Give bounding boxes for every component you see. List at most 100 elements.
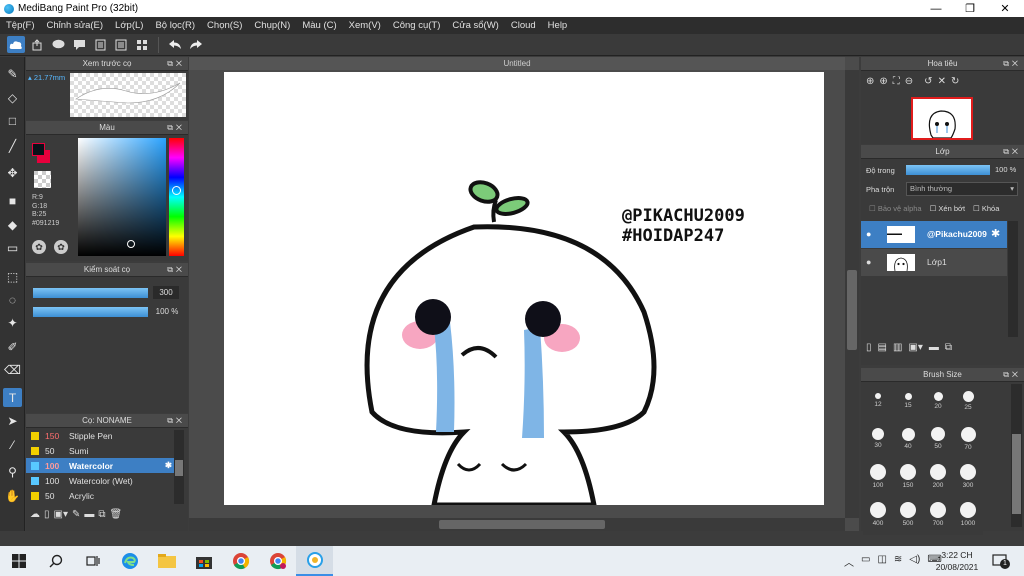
- close-button[interactable]: ✕: [988, 0, 1022, 17]
- layer-row[interactable]: ● Lớp1: [861, 249, 1007, 276]
- scrollbar-thumb[interactable]: [439, 520, 605, 529]
- layer-folder-icon[interactable]: ▬: [929, 342, 939, 353]
- minimize-button[interactable]: —: [919, 0, 953, 17]
- menu-window[interactable]: Cửa sổ(W): [446, 20, 504, 31]
- delete-brush-icon[interactable]: 🗑: [110, 509, 123, 520]
- hue-slider[interactable]: [169, 138, 184, 256]
- brush-size-option[interactable]: 500: [893, 498, 923, 535]
- zoom-in-icon[interactable]: ⊕: [866, 76, 874, 87]
- canvas-horizontal-scrollbar[interactable]: [189, 518, 845, 531]
- brush-list-scrollbar[interactable]: [174, 430, 184, 504]
- foreground-color-swatch[interactable]: [32, 143, 45, 156]
- scrollbar-thumb[interactable]: [175, 460, 183, 476]
- brush-size-option[interactable]: 30: [863, 422, 893, 459]
- brush-size-option[interactable]: 12: [863, 384, 893, 421]
- gradient-icon[interactable]: ▭: [3, 238, 22, 257]
- scrollbar-thumb[interactable]: [847, 270, 857, 350]
- new-halftone-layer-icon[interactable]: ▤: [878, 342, 887, 353]
- hue-slider-handle[interactable]: [172, 186, 181, 195]
- brush-size-option[interactable]: 200: [923, 460, 953, 497]
- zoom-in-alt-icon[interactable]: ⊕: [879, 76, 887, 87]
- divide-icon[interactable]: ⚲: [3, 462, 22, 481]
- chrome-profile-icon[interactable]: [259, 546, 296, 576]
- operation-icon[interactable]: ➤: [3, 411, 22, 430]
- chevron-up-icon[interactable]: ︿: [844, 554, 854, 569]
- menu-snap[interactable]: Chụp(N): [248, 20, 296, 31]
- color-picker-cursor[interactable]: [127, 240, 135, 248]
- panel-float-close-icon[interactable]: ⧉✕: [167, 263, 185, 277]
- windows-start-icon[interactable]: [0, 546, 37, 576]
- brush-size-option[interactable]: 700: [923, 498, 953, 535]
- menu-help[interactable]: Help: [542, 20, 574, 31]
- edit-brush-icon[interactable]: ✎: [72, 509, 80, 520]
- clipping-checkbox[interactable]: ☐ Xén bớt: [930, 204, 965, 213]
- select-rect-icon[interactable]: ⬚: [3, 267, 22, 286]
- visibility-eye-icon[interactable]: ●: [866, 229, 871, 239]
- brush-size-option[interactable]: 20: [923, 384, 953, 421]
- scrollbar-thumb[interactable]: [1012, 434, 1021, 514]
- layer-opacity-slider[interactable]: [906, 165, 990, 175]
- undo-icon[interactable]: [166, 36, 184, 53]
- eyedropper-icon[interactable]: ⁄: [3, 435, 22, 454]
- hand-icon[interactable]: ✋: [3, 486, 22, 505]
- rotate-right-icon[interactable]: ↻: [951, 76, 959, 87]
- panel-float-close-icon[interactable]: ⧉✕: [1003, 145, 1021, 159]
- panel-float-close-icon[interactable]: ⧉✕: [1003, 368, 1021, 382]
- zoom-out-icon[interactable]: ⊖: [905, 76, 913, 87]
- task-view-icon[interactable]: [74, 546, 111, 576]
- brush-item[interactable]: 150 Stipple Pen: [26, 428, 176, 443]
- brush-cloud-icon[interactable]: ☁: [30, 509, 40, 520]
- move-icon[interactable]: ✥: [3, 163, 22, 182]
- menu-view[interactable]: Xem(V): [343, 20, 387, 31]
- lasso-icon[interactable]: ◌: [3, 290, 22, 309]
- menu-file[interactable]: Tệp(F): [0, 20, 41, 31]
- fit-icon[interactable]: ⛶: [893, 76, 900, 87]
- brush-size-option[interactable]: 40: [893, 422, 923, 459]
- brush-size-option[interactable]: 150: [893, 460, 923, 497]
- brush-opacity-slider[interactable]: [33, 307, 148, 317]
- magic-wand-icon[interactable]: ✦: [3, 313, 22, 332]
- eraser-icon[interactable]: ◇: [3, 88, 22, 107]
- panel-float-close-icon[interactable]: ⧉✕: [167, 414, 185, 428]
- search-icon[interactable]: [37, 546, 74, 576]
- brush-item-selected[interactable]: 100 Watercolor ✱: [26, 458, 176, 473]
- menu-filter[interactable]: Bộ lọc(R): [149, 20, 201, 31]
- text-icon[interactable]: T: [3, 388, 22, 407]
- brush-size-option[interactable]: 50: [923, 422, 953, 459]
- brush-size-option[interactable]: 25: [953, 384, 983, 421]
- medibang-taskbar-icon[interactable]: [296, 546, 333, 576]
- list-icon[interactable]: [112, 36, 130, 53]
- canvas-vertical-scrollbar[interactable]: [845, 70, 859, 518]
- rectangle-icon[interactable]: □: [3, 111, 22, 130]
- layer-row-selected[interactable]: ● ▬▬▬ @Pikachu2009 ✱: [861, 221, 1007, 248]
- add-brush-menu-icon[interactable]: ▣▾: [54, 509, 68, 520]
- panel-float-close-icon[interactable]: ⧉✕: [167, 57, 185, 71]
- drawing-canvas[interactable]: @PIKACHU2009 #HOIDAP247: [224, 72, 824, 505]
- brush-folder-icon[interactable]: ▬: [84, 509, 94, 520]
- panel-float-close-icon[interactable]: ⧉✕: [1003, 57, 1021, 71]
- visibility-eye-icon[interactable]: ●: [866, 257, 871, 267]
- transparent-color-swatch[interactable]: [34, 171, 51, 188]
- new-brush-icon[interactable]: ▯: [44, 509, 50, 520]
- notification-icon[interactable]: 1: [992, 554, 1010, 569]
- brush-size-option[interactable]: 1000: [953, 498, 983, 535]
- navigator-thumbnail[interactable]: [911, 97, 973, 140]
- select-pen-icon[interactable]: ✐: [3, 337, 22, 356]
- document-tab[interactable]: Untitled: [189, 57, 845, 70]
- brush-settings-icon[interactable]: ✱: [165, 460, 172, 471]
- layer-settings-icon[interactable]: ✱: [991, 227, 1000, 240]
- redo-icon[interactable]: [187, 36, 205, 53]
- menu-layer[interactable]: Lớp(L): [109, 20, 149, 31]
- palette-icon[interactable]: ✿: [32, 240, 46, 254]
- protect-alpha-checkbox[interactable]: ☐ Bảo vệ alpha: [869, 204, 922, 213]
- menu-tools[interactable]: Công cụ(T): [387, 20, 447, 31]
- layer-name[interactable]: @Pikachu2009: [927, 229, 987, 239]
- cloud-icon[interactable]: [7, 36, 25, 53]
- comment-icon[interactable]: [70, 36, 88, 53]
- brush-item[interactable]: 100 Watercolor (Wet): [26, 473, 176, 488]
- brush-icon[interactable]: ✎: [3, 64, 22, 83]
- rotate-left-icon[interactable]: ↺: [924, 76, 932, 87]
- line-icon[interactable]: ╱: [3, 136, 22, 155]
- layer-list-scrollbar[interactable]: [1008, 221, 1018, 337]
- panel-float-close-icon[interactable]: ⧉✕: [167, 121, 185, 135]
